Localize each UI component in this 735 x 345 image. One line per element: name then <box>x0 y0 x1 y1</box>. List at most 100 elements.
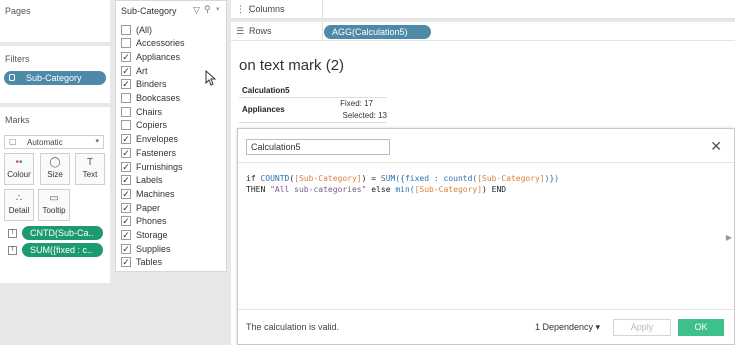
filter-option[interactable]: ✓ Fasteners <box>121 146 176 159</box>
text-button[interactable]: T Text <box>75 153 105 185</box>
filter-option[interactable]: ✓ Binders <box>121 78 167 91</box>
tooltip-icon: ▭ <box>49 193 59 204</box>
filter-option[interactable]: ✓ Supplies <box>121 242 171 255</box>
filter-option-label: Labels <box>136 175 163 186</box>
clear-filter-icon[interactable]: ▽ <box>193 5 200 16</box>
colour-button[interactable]: •• Colour <box>4 153 34 185</box>
checkbox[interactable] <box>121 93 131 103</box>
filter-option-label: Phones <box>136 216 167 227</box>
checkbox[interactable]: ✓ <box>121 230 131 240</box>
rows-shelf[interactable]: ☰ Rows AGG(Calculation5) <box>231 22 735 41</box>
text-mark-icon: T <box>8 246 17 255</box>
expand-arrow-icon[interactable]: ▶ <box>726 233 732 242</box>
marks-field-pill[interactable]: SUM({fixed : c.. <box>22 243 103 257</box>
checkbox[interactable] <box>121 24 131 35</box>
cursor-icon <box>205 70 217 86</box>
checkbox[interactable]: ✓ <box>121 147 131 158</box>
colour-icon: •• <box>15 157 23 168</box>
filter-option[interactable]: ✓ Envelopes <box>121 133 178 146</box>
rows-pill[interactable]: AGG(Calculation5) <box>324 25 431 39</box>
filter-option[interactable]: Chairs <box>121 105 162 118</box>
filter-option[interactable]: ✓ Tables <box>121 256 162 269</box>
checkbox[interactable]: ✓ <box>121 161 131 172</box>
dependency-dropdown[interactable]: 1 Dependency ▾ <box>535 322 600 333</box>
filter-option[interactable]: ✓ Appliances <box>121 50 180 63</box>
filter-option[interactable]: ✓ Machines <box>121 187 175 200</box>
chevron-down-icon[interactable]: ▾ <box>216 5 220 13</box>
text-button-label: Text <box>82 170 98 179</box>
checkbox[interactable]: ✓ <box>121 65 131 76</box>
formula-token: [Sub-Category] <box>477 174 545 183</box>
checkbox[interactable]: ✓ <box>121 216 131 227</box>
filter-option-label: Chairs <box>136 106 163 117</box>
footer-divider <box>238 309 734 310</box>
formula-token: SUM <box>380 174 396 183</box>
mark-type-dropdown[interactable]: ▢ Automatic ▾ <box>4 135 104 149</box>
row-divider <box>239 122 387 123</box>
filters-title: Filters <box>5 54 30 64</box>
checkbox[interactable] <box>121 38 131 49</box>
checkbox[interactable]: ✓ <box>121 243 131 254</box>
search-icon[interactable]: ⚲ <box>204 4 211 15</box>
filter-option-label: Copiers <box>136 120 168 131</box>
filter-option-label: Supplies <box>136 243 171 254</box>
close-icon[interactable]: ✕ <box>710 138 722 155</box>
tooltip-button-label: Tooltip <box>42 206 66 215</box>
filter-option[interactable]: ✓ Furnishings <box>121 160 183 173</box>
formula-line-1[interactable]: if COUNTD([Sub-Category]) = SUM({fixed :… <box>246 174 559 183</box>
checkbox[interactable]: ✓ <box>121 202 131 213</box>
pages-card: Pages <box>0 0 110 42</box>
marks-title: Marks <box>5 115 30 125</box>
filter-option[interactable]: Bookcases <box>121 92 180 105</box>
formula-line-2[interactable]: THEN "All sub-categories" else min([Sub-… <box>246 185 506 194</box>
formula-token: [Sub-Category] <box>294 174 362 183</box>
text-mark-icon: T <box>8 229 17 238</box>
header-divider <box>239 97 387 98</box>
checkbox[interactable]: ✓ <box>121 51 131 62</box>
filter-pill-subcategory[interactable]: Sub-Category <box>4 71 106 85</box>
filter-option[interactable]: ✓ Phones <box>121 215 167 228</box>
checkbox[interactable]: ✓ <box>121 257 131 268</box>
filter-option[interactable]: ✓ Art <box>121 64 148 77</box>
filter-option[interactable]: ✓ Labels <box>121 174 163 187</box>
detail-button[interactable]: ∴ Detail <box>4 189 34 221</box>
checkbox[interactable]: ✓ <box>121 188 131 199</box>
size-button[interactable]: ◯ Size <box>40 153 70 185</box>
marks-field-pill[interactable]: CNTD(Sub-Ca.. <box>22 226 103 240</box>
filter-option[interactable]: ✓ Paper <box>121 201 160 214</box>
filter-option[interactable]: ✓ Storage <box>121 229 168 242</box>
shelf-divider <box>322 22 323 41</box>
filter-option-label: Art <box>136 65 148 76</box>
filter-option[interactable]: (All) <box>121 23 152 36</box>
checkbox[interactable] <box>121 120 131 131</box>
rows-icon: ☰ <box>236 26 245 36</box>
checkbox[interactable]: ✓ <box>121 175 131 186</box>
size-button-label: Size <box>47 170 63 179</box>
filter-card-title: Sub-Category <box>121 6 177 16</box>
row-header: Appliances <box>242 105 285 114</box>
calculation-name-input[interactable]: Calculation5 <box>246 139 390 155</box>
detail-button-label: Detail <box>8 206 30 215</box>
editor-divider <box>238 162 734 163</box>
apply-button[interactable]: Apply <box>613 319 671 336</box>
checkbox[interactable]: ✓ <box>121 134 131 145</box>
filter-option-label: Furnishings <box>136 161 183 172</box>
filter-option-label: Fasteners <box>136 147 177 158</box>
checkbox[interactable] <box>121 106 131 117</box>
checkbox[interactable]: ✓ <box>121 79 131 90</box>
calculation-dialog: Calculation5 ✕ if COUNTD([Sub-Category])… <box>237 128 735 345</box>
tooltip-button[interactable]: ▭ Tooltip <box>38 189 70 221</box>
column-header: Calculation5 <box>242 86 290 95</box>
text-mark-line: Fixed: 17 <box>340 99 373 108</box>
filter-option-label: Appliances <box>136 51 181 62</box>
formula-token: ) = <box>361 174 381 183</box>
formula-token: min( <box>395 185 415 194</box>
ok-button[interactable]: OK <box>678 319 724 336</box>
filter-pill-label: Sub-Category <box>26 73 82 83</box>
filter-option[interactable]: Accessories <box>121 37 185 50</box>
filter-option[interactable]: Copiers <box>121 119 167 132</box>
filter-option-label: Tables <box>136 257 163 268</box>
validation-status: The calculation is valid. <box>246 322 340 332</box>
columns-shelf[interactable]: ⋮⋮ Columns <box>231 0 735 19</box>
formula-token: COUNTD <box>260 174 290 183</box>
